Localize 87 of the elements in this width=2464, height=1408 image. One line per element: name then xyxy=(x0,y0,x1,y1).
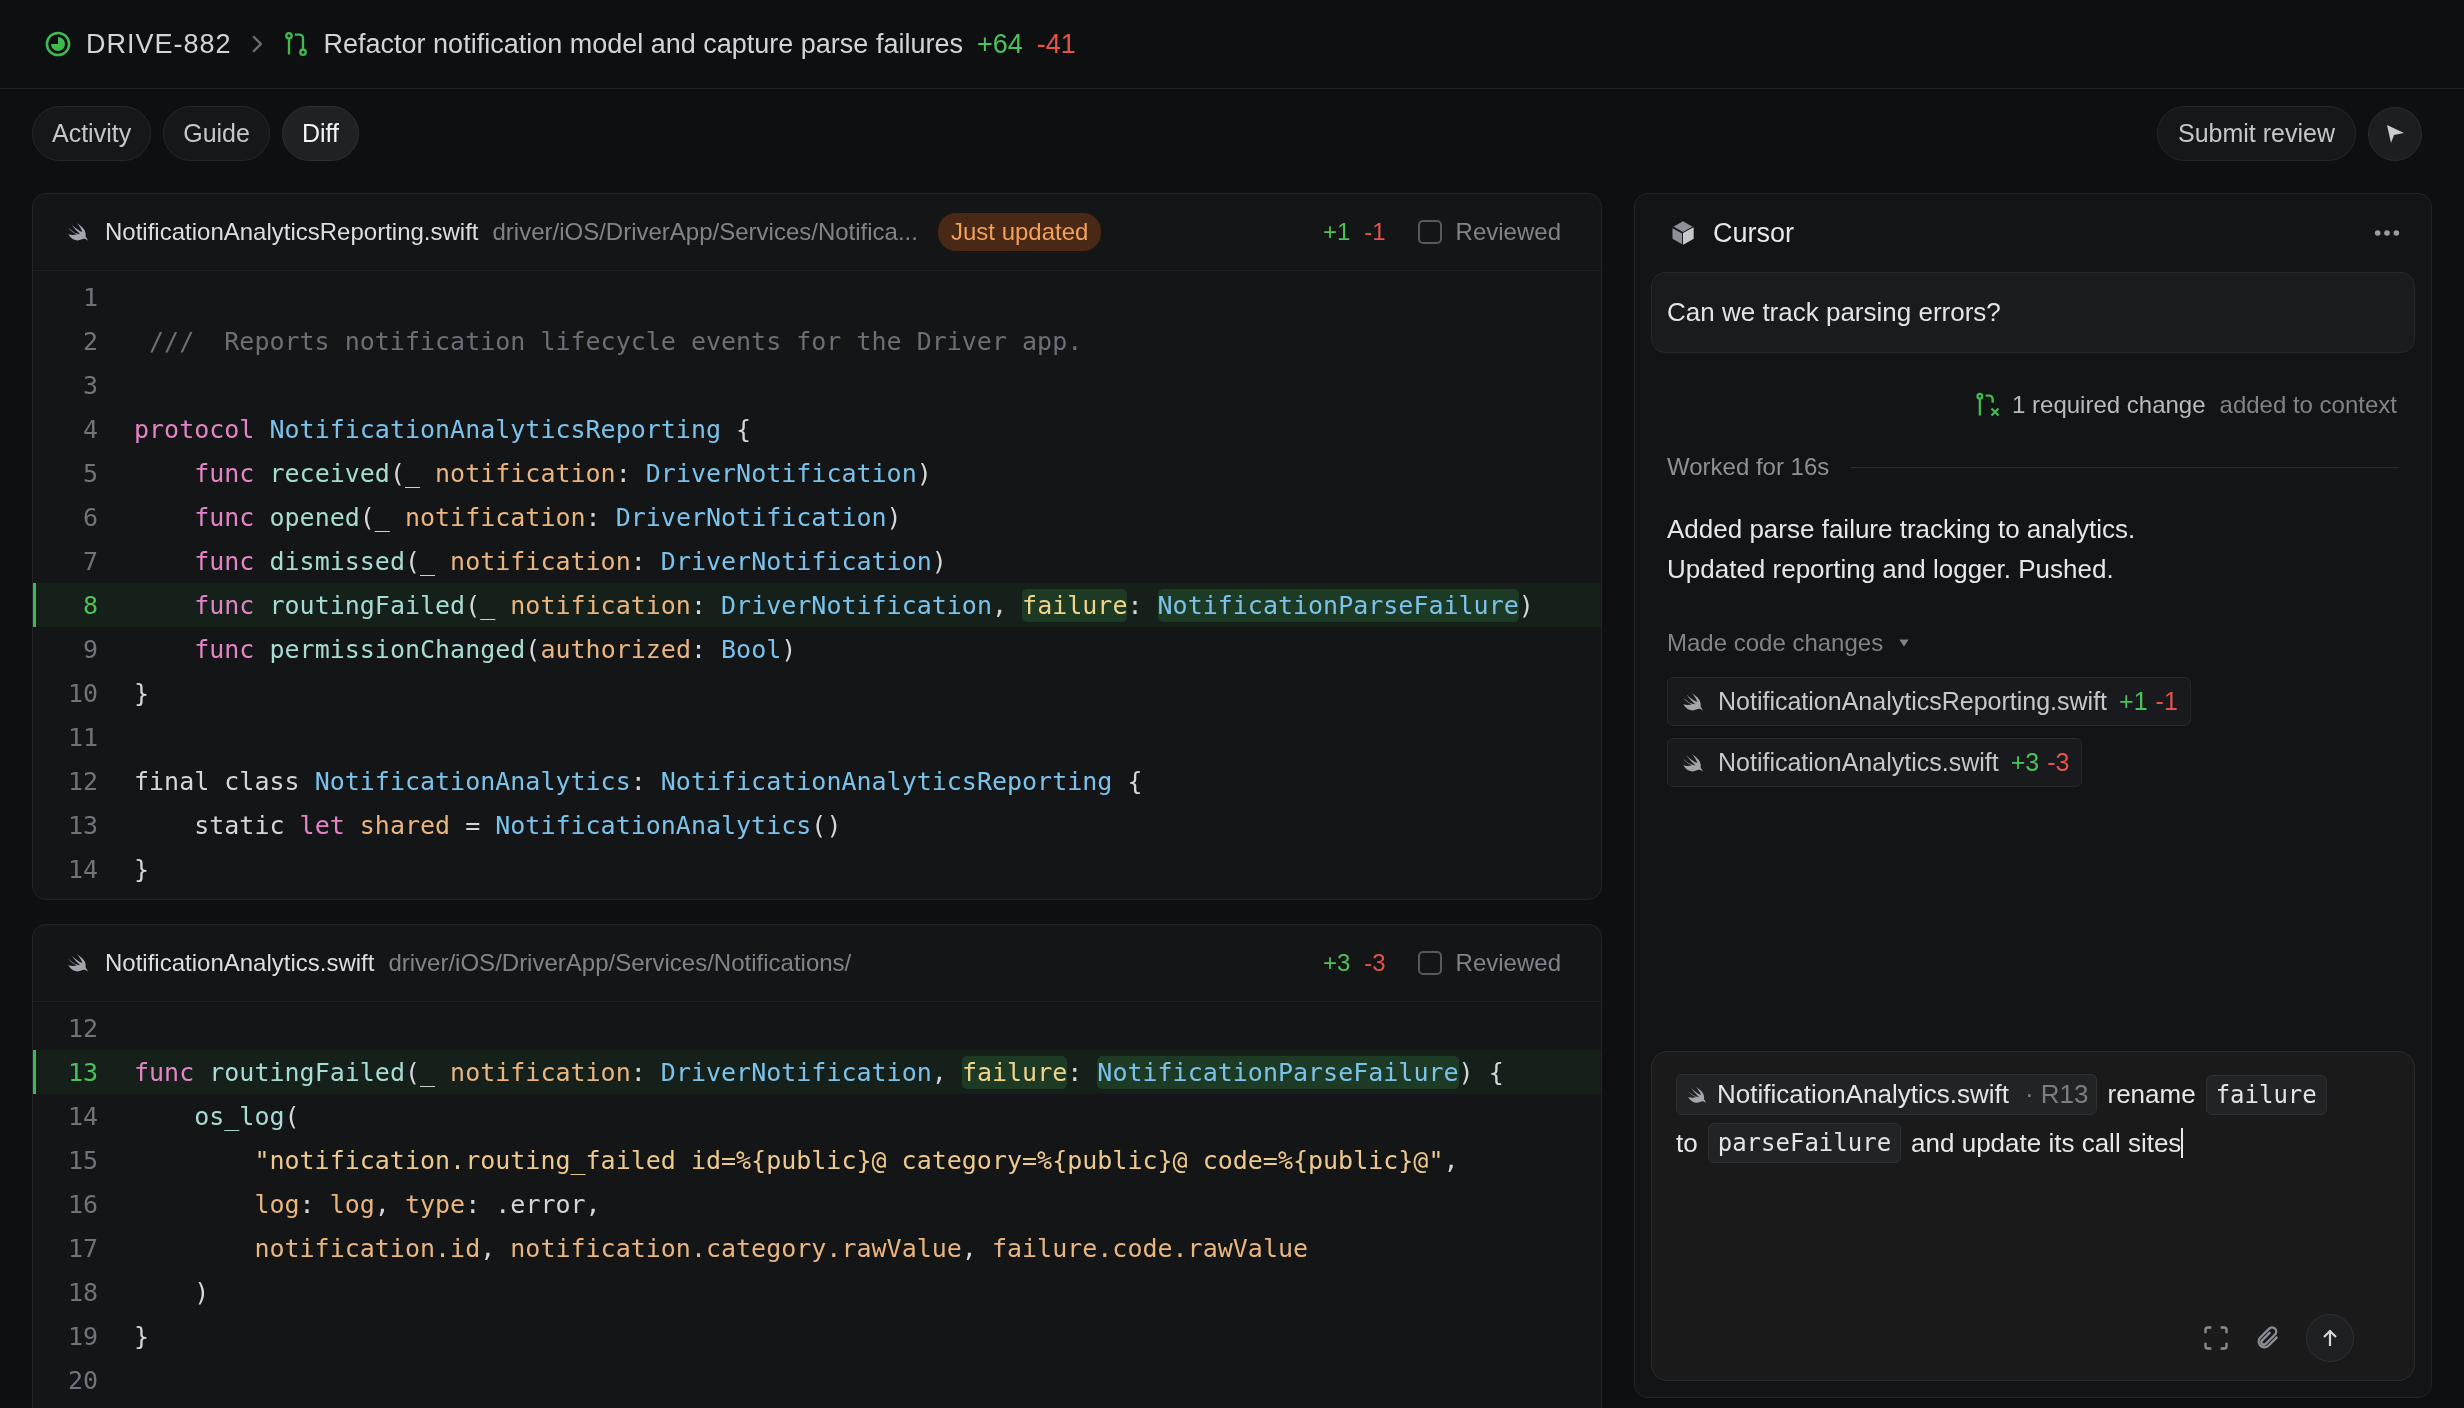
line-number: 9 xyxy=(81,634,98,664)
code-line: final class NotificationAnalytics: NotificationAnalyticsReporting { xyxy=(134,766,1143,796)
code-changes-toggle[interactable]: Made code changes xyxy=(1667,629,1884,657)
line-number: 10 xyxy=(66,678,98,708)
context-change[interactable]: 1 required change xyxy=(2012,391,2206,419)
code-line: os_log( xyxy=(193,1101,300,1131)
inline-code: failure xyxy=(2205,1074,2327,1115)
file-path: driver/iOS/DriverApp/Services/Notifica... xyxy=(492,218,918,246)
deletions-count: -41 xyxy=(1036,28,1076,60)
code-line: func permissionChanged(authorized: Bool) xyxy=(193,634,797,664)
worked-duration: Worked for 16s xyxy=(1667,453,1830,481)
line-number: 15 xyxy=(66,1145,98,1175)
deletions-count: -3 xyxy=(1364,949,1386,977)
inline-code: parseFailure xyxy=(1707,1123,1902,1163)
file-reference-chip: NotificationAnalytics.swift · R13 xyxy=(1676,1074,2098,1115)
ticket-id[interactable]: DRIVE-882 xyxy=(86,28,232,60)
prompt-text: rename xyxy=(2107,1079,2196,1110)
submit-review-button[interactable]: Submit review xyxy=(2157,106,2356,161)
more-icon[interactable] xyxy=(2373,228,2401,238)
line-number: 12 xyxy=(66,1013,98,1043)
code-line: func received(_ notification: DriverNotification) xyxy=(193,458,932,488)
code-line: func routingFailed(_ notification: DriverNotification, failure: NotificationParseFailure) xyxy=(193,590,1534,620)
line-number: 2 xyxy=(81,326,98,356)
code-line: func opened(_ notification: DriverNotification) xyxy=(193,502,902,532)
tab[interactable]: Guide xyxy=(163,106,270,161)
code-line: ) xyxy=(193,1277,210,1307)
line-number: 4 xyxy=(81,414,98,444)
screenshot-icon[interactable] xyxy=(2202,1324,2230,1352)
additions-count: +1 xyxy=(1322,218,1351,246)
line-number: 13 xyxy=(66,810,98,840)
code-line: func routingFailed(_ notification: DriverNotification, failure: NotificationParseFailure) { xyxy=(134,1057,1504,1087)
line-number: 12 xyxy=(66,766,98,796)
prompt-text: and update its call sites xyxy=(1911,1127,2182,1159)
line-number: 14 xyxy=(66,1101,98,1131)
user-message: Can we track parsing errors? xyxy=(1651,272,2415,353)
reviewed-label[interactable]: Reviewed xyxy=(1455,949,1561,977)
code-line: protocol NotificationAnalyticsReporting { xyxy=(134,414,752,444)
status-icon xyxy=(44,30,72,58)
file-path: driver/iOS/DriverApp/Services/Notifications/ xyxy=(388,949,852,977)
text-caret xyxy=(2181,1128,2184,1158)
line-number: 7 xyxy=(81,546,98,576)
send-button[interactable] xyxy=(2306,1314,2354,1362)
code-line: } xyxy=(134,678,150,708)
reviewed-checkbox[interactable] xyxy=(1417,220,1442,244)
code-line: "notification.routing_failed id=%{public}@ category=%{public}@ code=%{public}@", xyxy=(253,1145,1459,1175)
line-number: 14 xyxy=(66,854,98,884)
tab[interactable]: Diff xyxy=(281,106,359,161)
reviewed-checkbox[interactable] xyxy=(1417,951,1442,975)
pull-request-title: Refactor notification model and capture parse failures xyxy=(323,28,963,60)
prompt-text: to xyxy=(1676,1127,1698,1159)
updated-badge: Just updated xyxy=(937,213,1102,251)
code-line: } xyxy=(134,1321,150,1351)
line-number: 6 xyxy=(81,502,98,532)
line-number: 19 xyxy=(66,1321,98,1351)
line-number: 17 xyxy=(66,1233,98,1263)
assistant-message: Added parse failure tracking to analytics. xyxy=(1667,513,2137,546)
line-number: 11 xyxy=(66,722,98,752)
line-number: 16 xyxy=(66,1189,98,1219)
assistant-message: Updated reporting and logger. Pushed. xyxy=(1667,553,2115,586)
additions-count: +3 xyxy=(1322,949,1351,977)
file-name[interactable]: NotificationAnalytics.swift xyxy=(105,949,375,977)
line-number: 20 xyxy=(66,1365,98,1395)
line-number: 5 xyxy=(81,458,98,488)
line-number: 8 xyxy=(81,590,98,620)
deletions-count: -1 xyxy=(1364,218,1386,246)
code-line: /// Reports notification lifecycle events for the Driver app. xyxy=(148,326,1083,356)
code-line: log: log, type: .error, xyxy=(253,1189,601,1219)
assistant-name: Cursor xyxy=(1713,217,1794,249)
reviewed-label[interactable]: Reviewed xyxy=(1455,218,1561,246)
changed-file-chip[interactable]: NotificationAnalyticsReporting.swift +1 -1 xyxy=(1667,677,2191,726)
line-number: 1 xyxy=(81,282,98,312)
code-line: } xyxy=(134,854,150,884)
code-line: static let shared = NotificationAnalytics() xyxy=(193,810,842,840)
line-number: 13 xyxy=(66,1057,98,1087)
file-name[interactable]: NotificationAnalyticsReporting.swift xyxy=(105,218,479,246)
send-button[interactable] xyxy=(2368,106,2422,161)
line-number: 18 xyxy=(66,1277,98,1307)
code-line: notification.id, notification.category.rawValue, failure.code.rawValue xyxy=(253,1233,1309,1263)
chevron-right-icon xyxy=(251,35,262,53)
context-note: added to context xyxy=(2219,391,2397,419)
cube-icon xyxy=(1669,219,1697,247)
additions-count: +64 xyxy=(976,28,1023,60)
code-line: func dismissed(_ notification: DriverNotification) xyxy=(193,546,947,576)
tab[interactable]: Activity xyxy=(32,106,152,161)
changed-file-chip[interactable]: NotificationAnalytics.swift +3 -3 xyxy=(1667,738,2083,787)
prompt-field[interactable]: NotificationAnalytics.swift · R13 rename failure to parseFailure and update its call sites xyxy=(1651,1051,2415,1381)
line-number: 3 xyxy=(81,370,98,400)
